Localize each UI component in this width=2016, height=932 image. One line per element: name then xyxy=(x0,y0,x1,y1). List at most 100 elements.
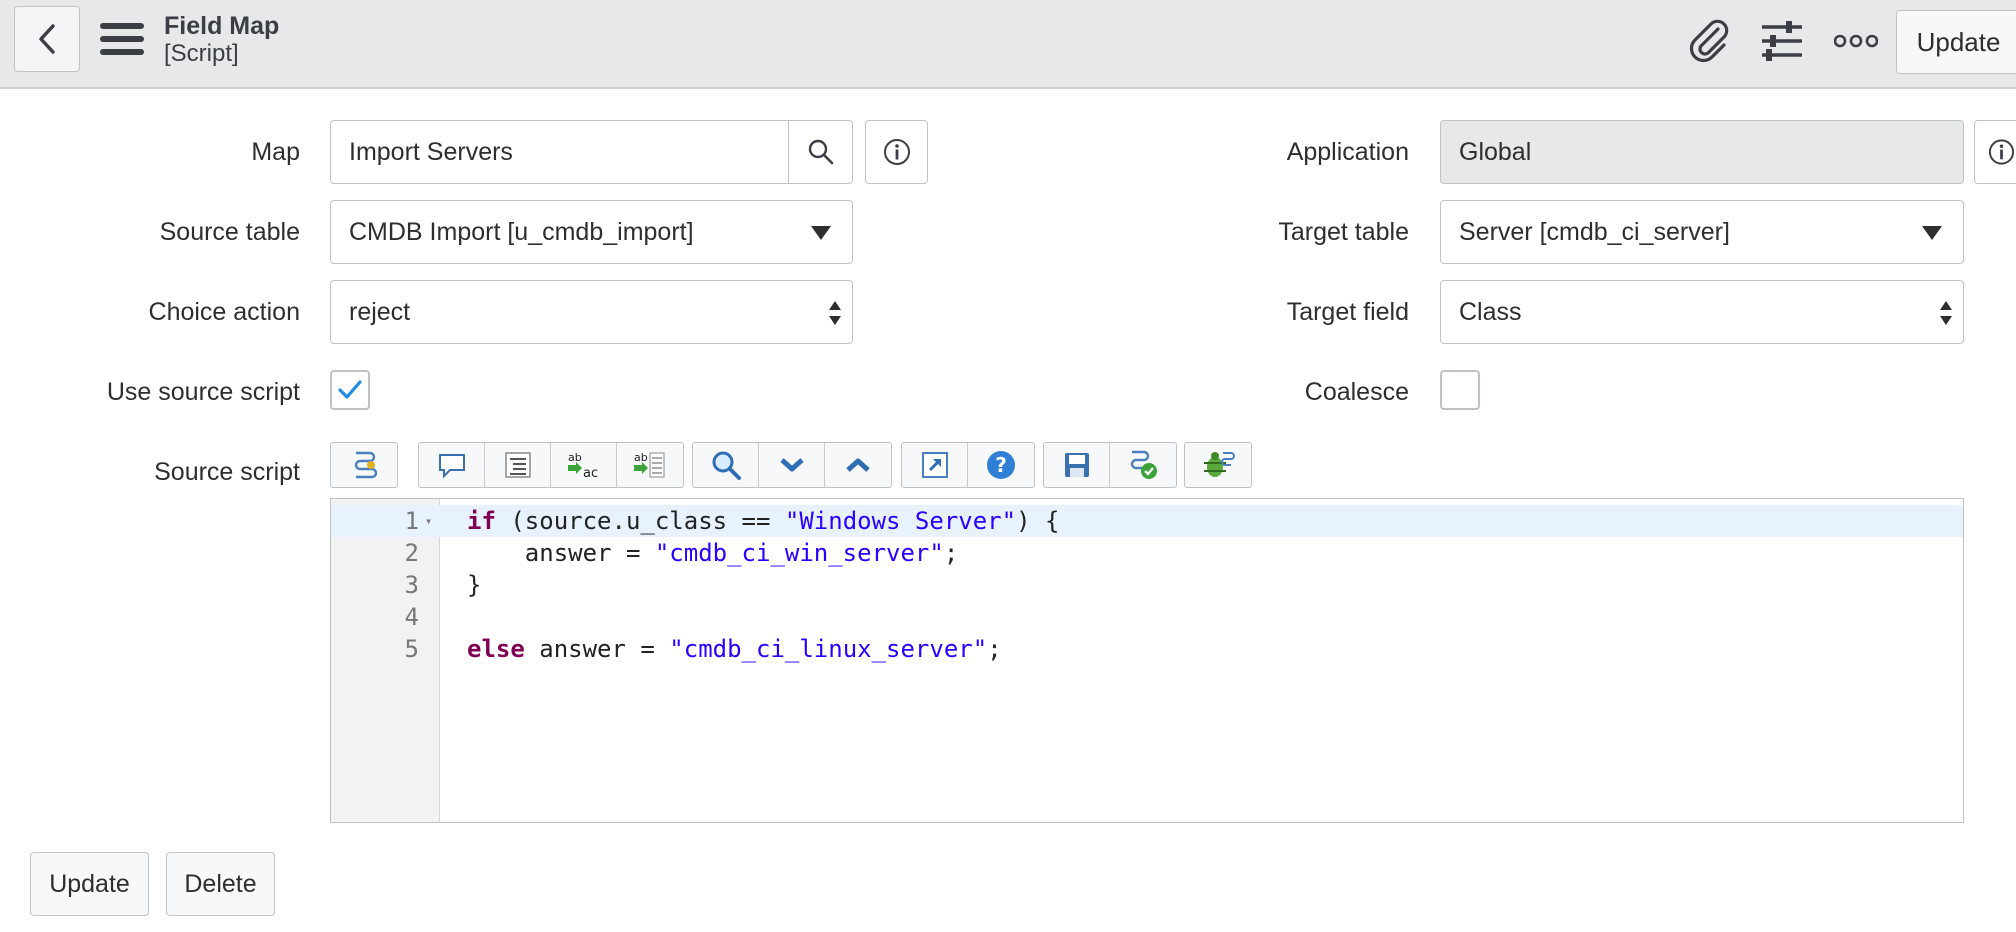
save-button[interactable] xyxy=(1044,443,1110,487)
code-line: 3} xyxy=(331,569,1963,601)
comment-button[interactable] xyxy=(419,443,485,487)
code-text: else answer = "cmdb_ci_linux_server"; xyxy=(467,633,1002,665)
source-table-label: Source table xyxy=(159,218,300,246)
select-arrows-icon xyxy=(829,301,841,325)
sliders-icon[interactable] xyxy=(1759,18,1805,64)
choice-action-label: Choice action xyxy=(148,298,300,326)
use-source-script-label: Use source script xyxy=(106,378,300,406)
caret-down-icon xyxy=(811,226,831,240)
page-title: Field Map xyxy=(164,12,280,40)
application-field: Global xyxy=(1440,120,1964,184)
target-table-value: Server [cmdb_ci_server] xyxy=(1459,217,1730,246)
replace-button[interactable]: ab ac xyxy=(551,443,617,487)
toolbar-group-format: ab ac ab xyxy=(418,442,684,488)
header-update-button[interactable]: Update xyxy=(1896,10,2016,74)
coalesce-label: Coalesce xyxy=(1304,378,1409,406)
format-code-icon xyxy=(504,452,531,478)
find-next-button[interactable] xyxy=(759,443,825,487)
svg-text:ab: ab xyxy=(634,451,648,464)
checkmark-icon xyxy=(338,380,362,399)
format-code-button[interactable] xyxy=(485,443,551,487)
replace-icon: ab ac xyxy=(567,451,598,480)
script-assistant-button[interactable] xyxy=(331,443,397,487)
code-line: 2 answer = "cmdb_ci_win_server"; xyxy=(331,537,1963,569)
paperclip-icon[interactable] xyxy=(1686,18,1732,64)
find-next-icon xyxy=(779,458,804,472)
caret-down-icon xyxy=(1922,226,1942,240)
application-label: Application xyxy=(1286,138,1409,166)
line-number: 3 xyxy=(404,571,419,599)
debug-icon xyxy=(1204,452,1235,477)
form-header: Field Map [Script] Update xyxy=(0,0,2016,89)
choice-action-value: reject xyxy=(349,297,411,326)
map-input[interactable]: Import Servers xyxy=(330,120,790,184)
fullscreen-button[interactable] xyxy=(902,443,968,487)
code-token: ; xyxy=(987,635,1002,663)
source-script-editor[interactable]: 1 ▾ if (source.u_class == "Windows Server"… xyxy=(330,498,1964,823)
code-string: "cmdb_ci_win_server" xyxy=(654,539,944,567)
svg-text:?: ? xyxy=(995,453,1007,477)
coalesce-checkbox[interactable] xyxy=(1440,370,1480,410)
target-field-select[interactable]: Class xyxy=(1440,280,1964,344)
map-info-button[interactable] xyxy=(865,120,928,184)
svg-text:ab: ab xyxy=(568,451,582,464)
page-subtitle: [Script] xyxy=(164,40,239,67)
toolbar-group-debug xyxy=(1184,442,1252,488)
target-table-label: Target table xyxy=(1278,218,1409,246)
target-field-value: Class xyxy=(1459,297,1522,326)
application-value: Global xyxy=(1459,137,1532,166)
application-info-button[interactable] xyxy=(1974,120,2016,184)
find-previous-button[interactable] xyxy=(825,443,891,487)
toolbar-group-search xyxy=(692,442,892,488)
search-icon xyxy=(712,451,741,480)
code-line: 5 else answer = "cmdb_ci_linux_server"; xyxy=(331,633,1963,665)
line-number: 2 xyxy=(404,539,419,567)
use-source-script-checkbox[interactable] xyxy=(330,370,370,410)
replace-all-button[interactable]: ab xyxy=(617,443,683,487)
more-icon[interactable] xyxy=(1833,18,1879,64)
code-token: (source.u_class == xyxy=(495,507,785,535)
code-token: ) { xyxy=(1016,507,1060,535)
source-table-select[interactable]: CMDB Import [u_cmdb_import] xyxy=(330,200,853,264)
code-text: if (source.u_class == "Windows Server") … xyxy=(467,505,1059,537)
chevron-left-icon xyxy=(39,24,55,54)
choice-action-select[interactable]: reject xyxy=(330,280,853,344)
code-keyword: else xyxy=(467,635,525,663)
script-assistant-icon xyxy=(354,451,378,479)
info-icon xyxy=(1988,139,2015,165)
source-script-label: Source script xyxy=(154,458,300,486)
map-lookup-button[interactable] xyxy=(788,120,853,184)
toolbar-group-view: ? xyxy=(901,442,1035,488)
find-previous-icon xyxy=(846,458,870,472)
line-number: 4 xyxy=(404,603,419,631)
info-icon xyxy=(883,139,910,165)
hamburger-menu-icon[interactable] xyxy=(100,23,144,59)
delete-button[interactable]: Delete xyxy=(166,852,275,916)
target-field-label: Target field xyxy=(1286,298,1409,326)
help-button[interactable]: ? xyxy=(968,443,1034,487)
svg-text:ac: ac xyxy=(583,466,598,480)
code-keyword: if xyxy=(467,507,496,535)
help-icon: ? xyxy=(987,451,1015,479)
source-table-value: CMDB Import [u_cmdb_import] xyxy=(349,217,694,246)
toolbar-group-save xyxy=(1043,442,1177,488)
map-value: Import Servers xyxy=(349,137,513,166)
code-token: } xyxy=(467,571,482,599)
search-icon xyxy=(808,139,833,165)
syntax-check-icon xyxy=(1130,450,1157,479)
debug-button[interactable] xyxy=(1185,443,1251,487)
syntax-check-button[interactable] xyxy=(1110,443,1176,487)
fold-arrow-icon[interactable]: ▾ xyxy=(425,505,432,537)
update-button[interactable]: Update xyxy=(30,852,149,916)
target-table-select[interactable]: Server [cmdb_ci_server] xyxy=(1440,200,1964,264)
line-number: 5 xyxy=(404,635,419,663)
search-button[interactable] xyxy=(693,443,759,487)
code-string: "cmdb_ci_linux_server" xyxy=(669,635,988,663)
back-button[interactable] xyxy=(14,6,80,72)
code-line: 4 xyxy=(331,601,1963,633)
comment-icon xyxy=(438,454,465,479)
select-arrows-icon xyxy=(1940,301,1952,325)
map-label: Map xyxy=(251,138,300,166)
toolbar-group-assist xyxy=(330,442,398,488)
code-text: } xyxy=(467,569,481,601)
